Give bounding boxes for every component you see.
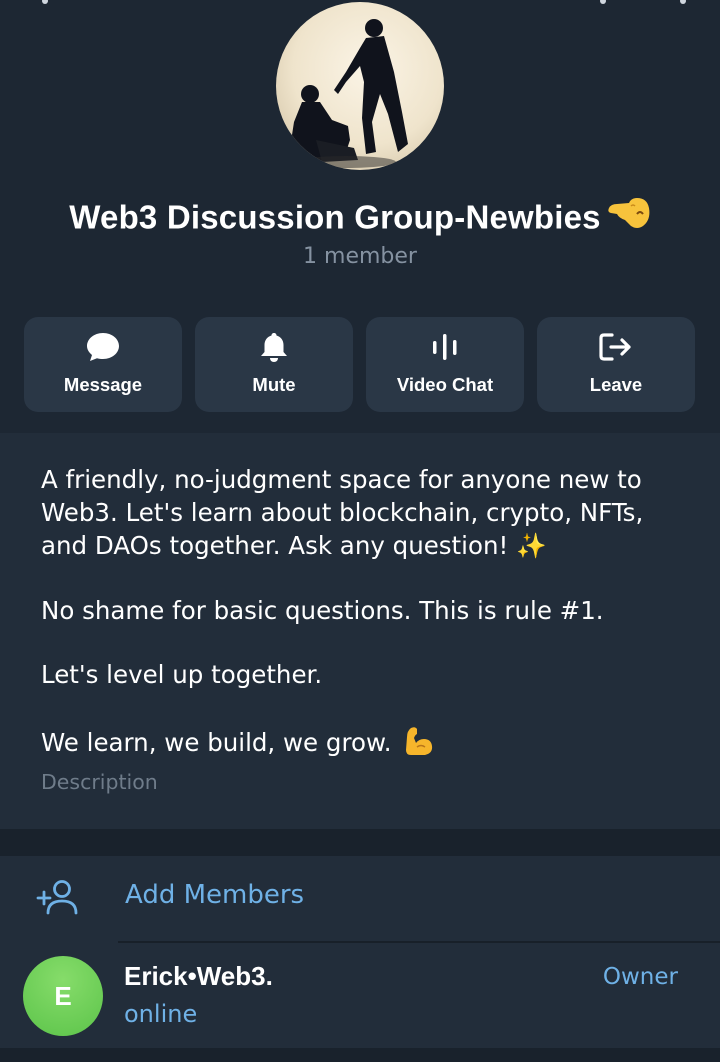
member-name: Erick•Web3.: [124, 961, 273, 991]
group-avatar[interactable]: [276, 2, 444, 170]
description-line-text: We learn, we build, we grow.: [41, 728, 392, 757]
add-members-row[interactable]: [0, 856, 720, 942]
description-line-last: We learn, we build, we grow.: [41, 725, 435, 763]
description-line: Web3. Let's learn about blockchain, cryp…: [41, 498, 644, 527]
bottom-strip: [0, 1048, 720, 1062]
member-role-badge: Owner: [602, 964, 678, 990]
leave-button[interactable]: Leave: [537, 317, 695, 412]
avatar: E: [23, 956, 103, 1036]
bell-icon: [195, 331, 353, 363]
description-line: A friendly, no-judgment space for anyone…: [41, 465, 642, 494]
member-count: 1 member: [303, 244, 417, 269]
leave-button-label: Leave: [589, 374, 643, 395]
video-chat-button-label: Video Chat: [396, 374, 494, 395]
flexed-biceps-emoji-icon: [403, 725, 435, 763]
video-chat-button[interactable]: Video Chat: [366, 317, 524, 412]
action-bar: Message Mute Video Chat Leave: [24, 317, 696, 412]
logout-icon: [537, 331, 695, 363]
section-gap: [0, 829, 720, 856]
audio-bars-icon: [366, 331, 524, 363]
chat-bubble-icon: [24, 331, 182, 363]
group-avatar-image: [290, 19, 408, 168]
member-list-item[interactable]: [0, 943, 720, 1048]
message-button[interactable]: Message: [24, 317, 182, 412]
description-line: and DAOs together. Ask any question! ✨: [41, 531, 547, 560]
mute-button[interactable]: Mute: [195, 317, 353, 412]
mute-button-label: Mute: [252, 374, 296, 395]
group-title-text: Web3 Discussion Group-Newbies: [69, 198, 601, 236]
message-button-label: Message: [63, 374, 143, 395]
description-line: No shame for basic questions. This is ru…: [41, 596, 604, 625]
add-members-label: Add Members: [125, 880, 305, 910]
group-title: Web3 Discussion Group-Newbies: [0, 198, 720, 242]
hand-pointing-emoji-icon: [607, 194, 651, 238]
add-person-icon: [36, 878, 80, 918]
description-label: Description: [41, 770, 158, 794]
member-status: online: [124, 1000, 198, 1028]
description-line: Let's level up together.: [41, 660, 323, 689]
